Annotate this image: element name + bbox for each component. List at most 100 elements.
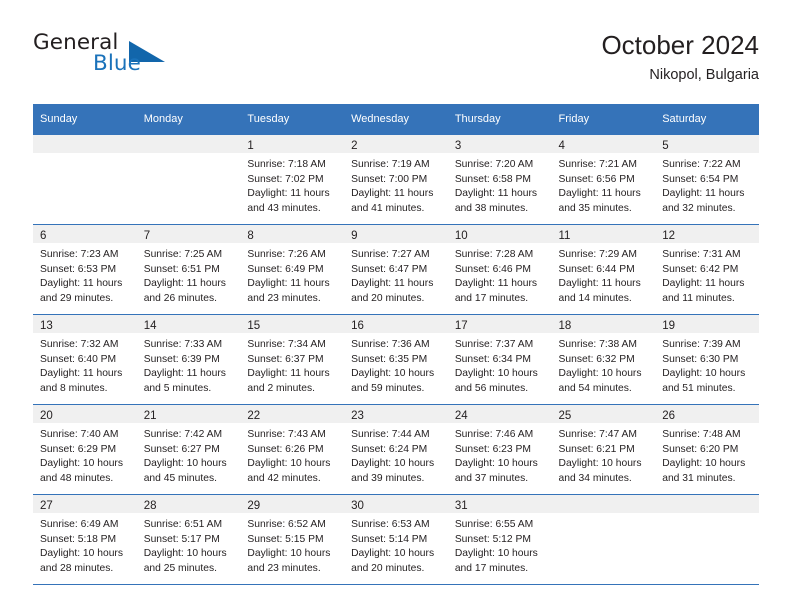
calendar-day-cell[interactable]: 26 Sunrise: 7:48 AM Sunset: 6:20 PM Dayligh… — [655, 404, 759, 495]
day-number-band: 31 — [447, 495, 552, 513]
daylight-text-line2: and 5 minutes. — [143, 382, 212, 394]
calendar-day-cell[interactable]: 23 Sunrise: 7:44 AM Sunset: 6:24 PM Dayligh… — [344, 404, 448, 495]
sunrise-text: Sunrise: 7:39 AM — [662, 339, 741, 350]
daylight-text-line2: and 42 minutes. — [247, 472, 321, 484]
sunset-text: Sunset: 6:37 PM — [247, 353, 324, 365]
sunset-text: Sunset: 6:32 PM — [558, 353, 635, 365]
day-details: Sunrise: 7:22 AM Sunset: 6:54 PM Daylight:… — [655, 153, 759, 216]
day-number-band — [655, 495, 759, 513]
calendar-empty-cell — [551, 494, 656, 585]
day-details: Sunrise: 7:47 AM Sunset: 6:21 PM Daylight:… — [552, 423, 656, 486]
daylight-text-line1: Daylight: 11 hours — [351, 278, 434, 290]
weekday-header-thursday: Thursday — [447, 104, 552, 135]
daylight-text-line2: and 35 minutes. — [558, 202, 632, 214]
day-details: Sunrise: 7:26 AM Sunset: 6:49 PM Daylight:… — [240, 243, 344, 306]
calendar-day-cell[interactable]: 2 Sunrise: 7:19 AM Sunset: 7:00 PM Daylight… — [344, 134, 448, 225]
day-number: 12 — [662, 230, 676, 242]
calendar-day-cell[interactable]: 9 Sunrise: 7:27 AM Sunset: 6:47 PM Daylight… — [344, 224, 448, 315]
day-details: Sunrise: 7:27 AM Sunset: 6:47 PM Daylight:… — [344, 243, 448, 306]
calendar-day-cell[interactable]: 27 Sunrise: 6:49 AM Sunset: 5:18 PM Dayligh… — [33, 494, 137, 585]
daylight-text-line1: Daylight: 10 hours — [143, 458, 227, 470]
sunset-text: Sunset: 6:40 PM — [40, 353, 117, 365]
day-details — [552, 513, 656, 518]
calendar-grid: Sunday Monday Tuesday Wednesday Thursday… — [33, 104, 759, 585]
sunrise-text: Sunrise: 7:21 AM — [558, 159, 637, 170]
sunrise-text: Sunrise: 7:40 AM — [40, 429, 119, 440]
sunrise-text: Sunrise: 7:47 AM — [558, 429, 637, 440]
daylight-text-line1: Daylight: 11 hours — [558, 188, 641, 200]
daylight-text-line2: and 2 minutes. — [247, 382, 315, 394]
calendar-day-cell[interactable]: 31 Sunrise: 6:55 AM Sunset: 5:12 PM Dayligh… — [447, 494, 552, 585]
sunset-text: Sunset: 5:15 PM — [247, 533, 324, 545]
calendar-day-cell[interactable]: 17 Sunrise: 7:37 AM Sunset: 6:34 PM Dayligh… — [447, 314, 552, 405]
calendar-day-cell[interactable]: 18 Sunrise: 7:38 AM Sunset: 6:32 PM Dayligh… — [551, 314, 656, 405]
sunrise-text: Sunrise: 7:27 AM — [351, 249, 430, 260]
calendar-day-cell[interactable]: 20 Sunrise: 7:40 AM Sunset: 6:29 PM Dayligh… — [33, 404, 137, 495]
calendar-day-cell[interactable]: 12 Sunrise: 7:31 AM Sunset: 6:42 PM Dayligh… — [655, 224, 759, 315]
calendar-week-row: 20 Sunrise: 7:40 AM Sunset: 6:29 PM Dayligh… — [33, 404, 759, 495]
calendar-day-cell[interactable]: 22 Sunrise: 7:43 AM Sunset: 6:26 PM Dayligh… — [240, 404, 345, 495]
sunrise-text: Sunrise: 7:22 AM — [662, 159, 741, 170]
calendar-day-cell[interactable]: 5 Sunrise: 7:22 AM Sunset: 6:54 PM Daylight… — [655, 134, 759, 225]
calendar-day-cell[interactable]: 1 Sunrise: 7:18 AM Sunset: 7:02 PM Daylight… — [240, 134, 345, 225]
daylight-text-line2: and 20 minutes. — [351, 292, 425, 304]
daylight-text-line1: Daylight: 10 hours — [454, 548, 538, 560]
day-number-band: 21 — [136, 405, 241, 423]
calendar-day-cell[interactable]: 30 Sunrise: 6:53 AM Sunset: 5:14 PM Dayligh… — [344, 494, 448, 585]
sunrise-text: Sunrise: 7:42 AM — [143, 429, 223, 440]
sunset-text: Sunset: 6:27 PM — [143, 443, 220, 455]
calendar-day-cell[interactable]: 4 Sunrise: 7:21 AM Sunset: 6:56 PM Daylight… — [551, 134, 656, 225]
calendar-day-cell[interactable]: 16 Sunrise: 7:36 AM Sunset: 6:35 PM Dayligh… — [344, 314, 448, 405]
day-number-band: 4 — [551, 135, 656, 153]
sunset-text: Sunset: 6:35 PM — [351, 353, 428, 365]
day-number-band: 20 — [33, 405, 137, 423]
sunrise-text: Sunrise: 7:31 AM — [662, 249, 741, 260]
day-details: Sunrise: 7:40 AM Sunset: 6:29 PM Daylight:… — [33, 423, 137, 486]
calendar-empty-cell — [136, 134, 241, 225]
page-title: October 2024 — [601, 30, 759, 60]
day-number: 8 — [247, 230, 254, 242]
sunset-text: Sunset: 6:24 PM — [351, 443, 428, 455]
daylight-text-line2: and 41 minutes. — [351, 202, 425, 214]
weekday-header-friday: Friday — [551, 104, 656, 135]
calendar-day-cell[interactable]: 6 Sunrise: 7:23 AM Sunset: 6:53 PM Daylight… — [33, 224, 137, 315]
day-number: 24 — [454, 410, 468, 422]
calendar-day-cell[interactable]: 28 Sunrise: 6:51 AM Sunset: 5:17 PM Dayligh… — [136, 494, 241, 585]
sunrise-text: Sunrise: 6:49 AM — [40, 519, 119, 530]
sunrise-text: Sunrise: 7:29 AM — [558, 249, 637, 260]
calendar-day-cell[interactable]: 8 Sunrise: 7:26 AM Sunset: 6:49 PM Daylight… — [240, 224, 345, 315]
calendar-day-cell[interactable]: 14 Sunrise: 7:33 AM Sunset: 6:39 PM Dayligh… — [136, 314, 241, 405]
calendar-day-cell[interactable]: 21 Sunrise: 7:42 AM Sunset: 6:27 PM Dayligh… — [136, 404, 241, 495]
sunset-text: Sunset: 6:34 PM — [454, 353, 531, 365]
calendar-day-cell[interactable]: 13 Sunrise: 7:32 AM Sunset: 6:40 PM Dayligh… — [33, 314, 137, 405]
calendar-day-cell[interactable]: 15 Sunrise: 7:34 AM Sunset: 6:37 PM Dayligh… — [240, 314, 345, 405]
day-number-band: 14 — [136, 315, 241, 333]
sunset-text: Sunset: 5:17 PM — [143, 533, 220, 545]
calendar-day-cell[interactable]: 10 Sunrise: 7:28 AM Sunset: 6:46 PM Dayligh… — [447, 224, 552, 315]
calendar-day-cell[interactable]: 3 Sunrise: 7:20 AM Sunset: 6:58 PM Daylight… — [447, 134, 552, 225]
day-number: 31 — [454, 500, 468, 512]
daylight-text-line2: and 23 minutes. — [247, 292, 321, 304]
sunrise-text: Sunrise: 7:25 AM — [143, 249, 223, 260]
day-number: 13 — [40, 320, 53, 332]
day-number-band: 28 — [136, 495, 241, 513]
day-number-band: 18 — [551, 315, 656, 333]
calendar-day-cell[interactable]: 29 Sunrise: 6:52 AM Sunset: 5:15 PM Dayligh… — [240, 494, 345, 585]
day-number: 4 — [558, 140, 565, 152]
sunrise-text: Sunrise: 7:19 AM — [351, 159, 430, 170]
calendar-day-cell[interactable]: 11 Sunrise: 7:29 AM Sunset: 6:44 PM Dayligh… — [551, 224, 656, 315]
calendar-day-cell[interactable]: 24 Sunrise: 7:46 AM Sunset: 6:23 PM Dayligh… — [447, 404, 552, 495]
day-details: Sunrise: 7:33 AM Sunset: 6:39 PM Daylight:… — [137, 333, 241, 396]
calendar-day-cell[interactable]: 25 Sunrise: 7:47 AM Sunset: 6:21 PM Dayligh… — [551, 404, 656, 495]
calendar-day-cell[interactable]: 19 Sunrise: 7:39 AM Sunset: 6:30 PM Dayligh… — [655, 314, 759, 405]
daylight-text-line2: and 45 minutes. — [143, 472, 217, 484]
sunrise-text: Sunrise: 7:36 AM — [351, 339, 430, 350]
day-details: Sunrise: 7:42 AM Sunset: 6:27 PM Daylight:… — [137, 423, 241, 486]
daylight-text-line2: and 38 minutes. — [454, 202, 529, 214]
calendar-day-cell[interactable]: 7 Sunrise: 7:25 AM Sunset: 6:51 PM Daylight… — [136, 224, 241, 315]
day-number-band: 15 — [240, 315, 345, 333]
daylight-text-line2: and 32 minutes. — [662, 202, 736, 214]
sunset-text: Sunset: 6:53 PM — [40, 263, 117, 275]
day-number-band: 9 — [344, 225, 448, 243]
sunrise-text: Sunrise: 7:48 AM — [662, 429, 741, 440]
